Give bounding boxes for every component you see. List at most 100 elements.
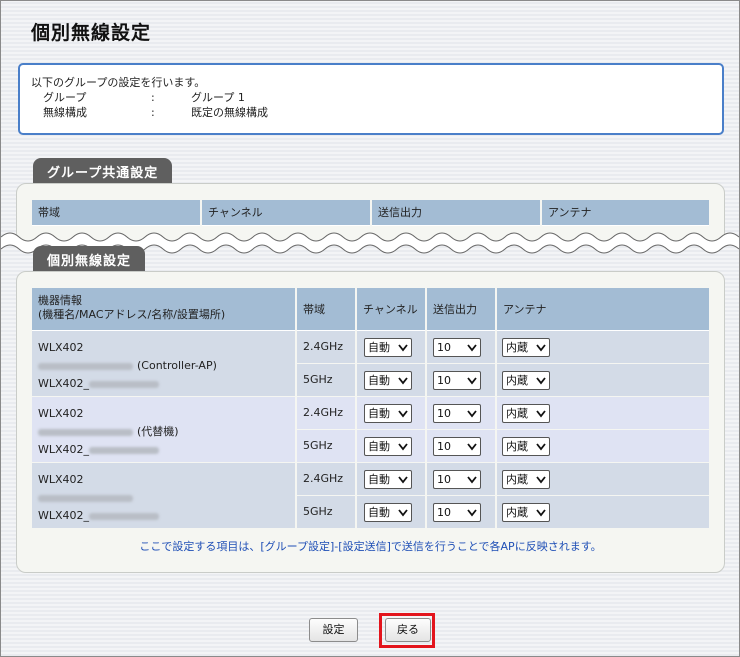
- channel-select[interactable]: 自動: [364, 371, 412, 390]
- antenna-select-value: 内蔵: [506, 407, 528, 420]
- band-label: 5GHz: [303, 373, 333, 386]
- redacted-location: [89, 446, 160, 454]
- antenna-select-value: 内蔵: [506, 506, 528, 519]
- band-label: 2.4GHz: [303, 340, 344, 353]
- power-select[interactable]: 10: [433, 404, 481, 423]
- antenna-select-value: 内蔵: [506, 440, 528, 453]
- chevron-down-icon: [467, 372, 477, 395]
- page-title: 個別無線設定: [31, 22, 152, 44]
- chevron-down-icon: [536, 372, 546, 395]
- channel-select-value: 自動: [368, 374, 390, 387]
- power-select[interactable]: 10: [433, 437, 481, 456]
- antenna-select[interactable]: 内蔵: [502, 371, 550, 390]
- header-band: 帯域: [297, 288, 355, 331]
- info-value: グループ 1: [191, 91, 245, 104]
- channel-select-value: 自動: [368, 506, 390, 519]
- band-label: 2.4GHz: [303, 406, 344, 419]
- channel-select[interactable]: 自動: [364, 437, 412, 456]
- chevron-down-icon: [467, 438, 477, 461]
- band-label: 2.4GHz: [303, 472, 344, 485]
- device-location-prefix: WLX402_: [38, 377, 90, 390]
- info-key: グループ: [43, 91, 87, 104]
- channel-select-value: 自動: [368, 341, 390, 354]
- device-name-suffix: (Controller-AP): [137, 359, 217, 372]
- power-select-value: 10: [437, 440, 451, 453]
- device-name-suffix: (代替機): [137, 425, 179, 438]
- info-intro: 以下のグループの設定を行います。: [31, 76, 206, 89]
- info-row-group: グループ : グループ 1: [31, 90, 711, 105]
- power-select[interactable]: 10: [433, 338, 481, 357]
- device-info-cell: WLX402 WLX402_: [32, 463, 295, 528]
- chevron-down-icon: [398, 372, 408, 395]
- redacted-location: [89, 380, 160, 388]
- chevron-down-icon: [467, 339, 477, 362]
- chevron-down-icon: [536, 339, 546, 362]
- header-power: 送信出力: [372, 200, 540, 226]
- antenna-select[interactable]: 内蔵: [502, 470, 550, 489]
- antenna-select[interactable]: 内蔵: [502, 437, 550, 456]
- common-settings-tab: グループ共通設定: [33, 158, 173, 184]
- settings-note: ここで設定する項目は、[グループ設定]-[設定送信]で送信を行うことで各APに反…: [139, 540, 602, 553]
- power-select[interactable]: 10: [433, 371, 481, 390]
- device-location-prefix: WLX402_: [38, 443, 90, 456]
- power-select-value: 10: [437, 341, 451, 354]
- channel-select[interactable]: 自動: [364, 404, 412, 423]
- device-mac-name: [38, 489, 295, 507]
- antenna-select-value: 内蔵: [506, 341, 528, 354]
- header-antenna: アンテナ: [497, 288, 709, 331]
- header-antenna: アンテナ: [542, 200, 709, 226]
- header-band: 帯域: [32, 200, 200, 226]
- info-separator: :: [151, 106, 155, 119]
- chevron-down-icon: [536, 504, 546, 527]
- redacted-mac-address: [38, 428, 133, 436]
- back-button-highlight: [379, 613, 435, 648]
- band-label: 5GHz: [303, 439, 333, 452]
- device-model: WLX402: [38, 473, 84, 486]
- channel-select-value: 自動: [368, 440, 390, 453]
- individual-header: 機器情報 (機種名/MACアドレス/名称/設置場所) 帯域 チャンネル 送信出力…: [32, 288, 709, 331]
- chevron-down-icon: [398, 471, 408, 494]
- antenna-select[interactable]: 内蔵: [502, 404, 550, 423]
- antenna-select[interactable]: 内蔵: [502, 338, 550, 357]
- antenna-select-value: 内蔵: [506, 374, 528, 387]
- antenna-select-value: 内蔵: [506, 473, 528, 486]
- device-location: WLX402_: [38, 507, 295, 525]
- header-device-info-label: 機器情報: [38, 294, 82, 307]
- device-mac-name: (Controller-AP): [38, 357, 295, 375]
- header-channel: チャンネル: [202, 200, 370, 226]
- device-model: WLX402: [38, 341, 84, 354]
- channel-select-value: 自動: [368, 473, 390, 486]
- chevron-down-icon: [467, 405, 477, 428]
- power-select-value: 10: [437, 473, 451, 486]
- device-model: WLX402: [38, 407, 84, 420]
- device-location: WLX402_: [38, 375, 295, 393]
- info-separator: :: [151, 91, 155, 104]
- power-select[interactable]: 10: [433, 503, 481, 522]
- power-select-value: 10: [437, 374, 451, 387]
- chevron-down-icon: [536, 405, 546, 428]
- device-info-cell: WLX402 (代替機) WLX402_: [32, 397, 295, 462]
- power-select-value: 10: [437, 506, 451, 519]
- redacted-mac-address: [38, 362, 133, 370]
- channel-select[interactable]: 自動: [364, 338, 412, 357]
- set-button[interactable]: 設定: [309, 618, 358, 642]
- info-key: 無線構成: [43, 106, 87, 119]
- info-box: 以下のグループの設定を行います。 グループ : グループ 1 無線構成 : 既定…: [18, 63, 724, 135]
- chevron-down-icon: [398, 438, 408, 461]
- common-settings-header: 帯域 チャンネル 送信出力 アンテナ: [32, 200, 709, 226]
- header-device-info-sub: (機種名/MACアドレス/名称/設置場所): [38, 308, 226, 321]
- channel-select[interactable]: 自動: [364, 470, 412, 489]
- individual-settings-tab: 個別無線設定: [33, 246, 146, 271]
- chevron-down-icon: [398, 339, 408, 362]
- info-row-wireless-config: 無線構成 : 既定の無線構成: [31, 105, 711, 120]
- chevron-down-icon: [536, 438, 546, 461]
- header-power: 送信出力: [427, 288, 495, 331]
- header-device-info: 機器情報 (機種名/MACアドレス/名称/設置場所): [32, 288, 295, 331]
- redacted-mac-address: [38, 494, 133, 502]
- redacted-location: [89, 512, 160, 520]
- channel-select[interactable]: 自動: [364, 503, 412, 522]
- antenna-select[interactable]: 内蔵: [502, 503, 550, 522]
- power-select[interactable]: 10: [433, 470, 481, 489]
- chevron-down-icon: [398, 504, 408, 527]
- chevron-down-icon: [467, 471, 477, 494]
